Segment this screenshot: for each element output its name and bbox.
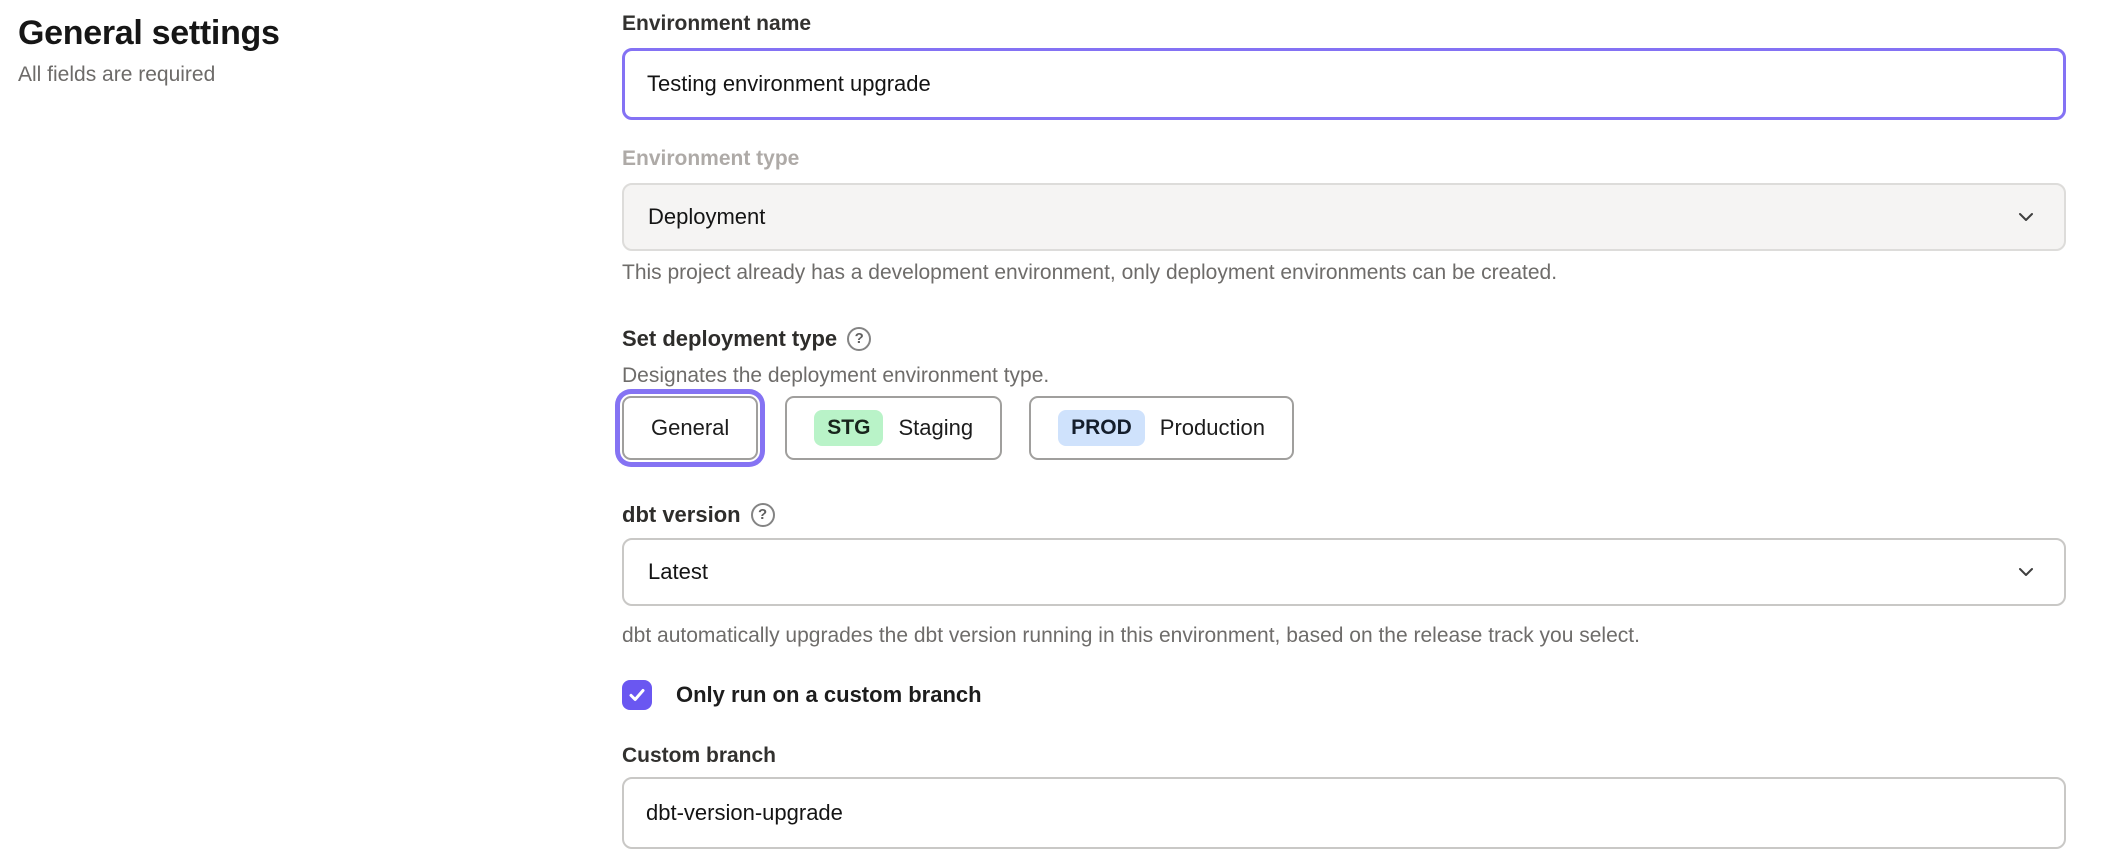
staging-button-label: Staging — [898, 415, 973, 441]
deployment-type-helper: Designates the deployment environment ty… — [622, 363, 2066, 389]
help-icon[interactable]: ? — [847, 327, 871, 351]
environment-type-helper: This project already has a development e… — [622, 260, 2066, 286]
dbt-version-section: dbt version ? — [622, 502, 2066, 528]
environment-type-value: Deployment — [648, 204, 765, 230]
page-subtitle: All fields are required — [18, 63, 622, 87]
left-column: General settings All fields are required — [0, 0, 622, 849]
dbt-version-helper: dbt automatically upgrades the dbt versi… — [622, 623, 2066, 649]
production-badge: PROD — [1058, 410, 1145, 446]
custom-branch-checkbox[interactable] — [622, 680, 652, 710]
dbt-version-label: dbt version — [622, 502, 741, 528]
checkmark-icon — [628, 686, 646, 704]
environment-name-input[interactable] — [622, 48, 2066, 120]
custom-branch-label: Custom branch — [622, 744, 2066, 768]
page-title: General settings — [18, 14, 622, 52]
chevron-down-icon — [2014, 205, 2038, 229]
deployment-type-options: General STG Staging PROD Production — [622, 396, 2066, 460]
custom-branch-input[interactable] — [622, 777, 2066, 849]
chevron-down-icon — [2014, 560, 2038, 584]
settings-form: Environment name Environment type Deploy… — [622, 0, 2066, 849]
production-button-label: Production — [1160, 415, 1265, 441]
deployment-type-staging-button[interactable]: STG Staging — [785, 396, 1002, 460]
deployment-type-production-button[interactable]: PROD Production — [1029, 396, 1294, 460]
general-button-label: General — [651, 415, 729, 441]
environment-name-label: Environment name — [622, 12, 2066, 36]
dbt-version-value: Latest — [648, 559, 708, 585]
custom-branch-toggle-row: Only run on a custom branch — [622, 680, 2066, 710]
environment-type-label: Environment type — [622, 147, 2066, 171]
custom-branch-checkbox-label[interactable]: Only run on a custom branch — [676, 682, 982, 708]
deployment-type-general-button[interactable]: General — [622, 396, 758, 460]
staging-badge: STG — [814, 410, 883, 446]
help-icon[interactable]: ? — [751, 503, 775, 527]
environment-type-select: Deployment — [622, 183, 2066, 251]
deployment-type-section: Set deployment type ? — [622, 326, 2066, 352]
settings-page: General settings All fields are required… — [0, 0, 2116, 849]
dbt-version-select[interactable]: Latest — [622, 538, 2066, 606]
deployment-type-label: Set deployment type — [622, 326, 837, 352]
